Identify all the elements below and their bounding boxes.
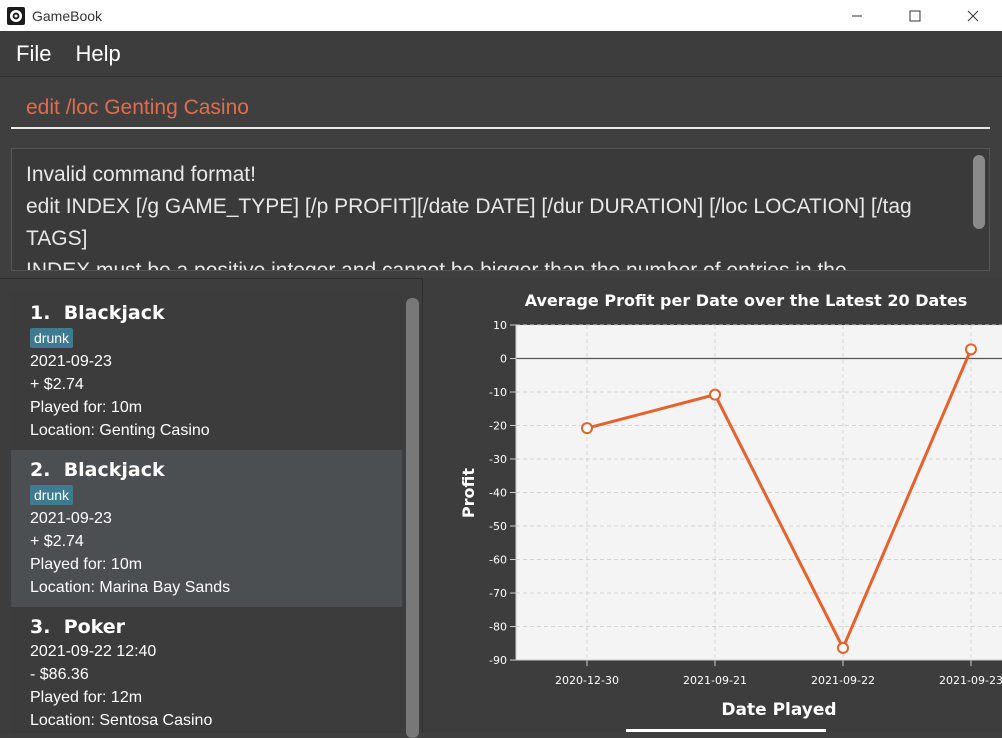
data-point[interactable] — [837, 641, 849, 654]
entry-list-scrollbar[interactable] — [406, 298, 419, 738]
x-axis-label: Date Played — [721, 700, 836, 720]
y-tick-label: -90 — [489, 654, 507, 667]
app-logo-icon — [6, 6, 26, 26]
entry-date: 2021-09-22 12:40 — [30, 643, 157, 660]
entry-date: 2021-09-23 — [30, 353, 112, 370]
entry-list: 1. Blackjack drunk 2021-09-23 + $2.74 Pl… — [11, 293, 402, 733]
menu-file[interactable]: File — [16, 41, 51, 67]
entry-duration: Played for: 12m — [30, 689, 143, 706]
y-tick-label: -50 — [489, 520, 507, 533]
command-box: edit /loc Genting Casino — [0, 77, 1002, 141]
entry-title: 3. Poker — [30, 614, 402, 640]
profit-line-chart: Average Profit per Date over the Latest … — [459, 291, 1002, 720]
y-tick-label: -10 — [489, 386, 507, 399]
entry-game: Blackjack — [63, 459, 165, 481]
y-axis-label: Profit — [459, 468, 478, 518]
entry-game: Blackjack — [63, 302, 165, 324]
close-icon — [967, 10, 979, 21]
menu-help[interactable]: Help — [75, 41, 120, 67]
chart-panel: Average Profit per Date over the Latest … — [422, 278, 1002, 732]
entry-title: 2. Blackjack — [30, 457, 402, 483]
x-tick-label: 2021-09-21 — [683, 674, 747, 687]
entry-date: 2021-09-23 — [30, 510, 112, 527]
entry-tag: drunk — [30, 328, 74, 348]
result-text: Invalid command format! edit INDEX [/g G… — [26, 159, 946, 271]
entry-card[interactable]: 2. Blackjack drunk 2021-09-23 + $2.74 Pl… — [11, 450, 402, 607]
entry-title: 1. Blackjack — [30, 300, 402, 326]
data-point[interactable] — [709, 388, 721, 401]
entry-card[interactable]: 1. Blackjack drunk 2021-09-23 + $2.74 Pl… — [11, 293, 402, 450]
maximize-icon — [909, 10, 921, 21]
entry-location: Location: Sentosa Casino — [30, 712, 213, 729]
entry-location: Location: Marina Bay Sands — [30, 579, 231, 596]
result-line: Invalid command format! — [26, 163, 256, 186]
entry-duration: Played for: 10m — [30, 399, 143, 416]
y-tick-label: -60 — [489, 554, 507, 567]
result-line: INDEX must be a positive integer and can… — [26, 259, 847, 271]
entry-card[interactable]: 3. Poker 2021-09-22 12:40 - $86.36 Playe… — [11, 607, 402, 733]
maximize-button[interactable] — [886, 0, 944, 31]
entry-tag: drunk — [30, 485, 74, 505]
x-tick-label: 2021-09-22 — [811, 674, 875, 687]
entry-profit: - $86.36 — [30, 666, 89, 683]
y-tick-label: -30 — [489, 453, 507, 466]
result-line: edit INDEX [/g GAME_TYPE] [/p PROFIT][/d… — [26, 195, 918, 250]
entry-location: Location: Genting Casino — [30, 422, 210, 439]
entry-list-panel: 1. Blackjack drunk 2021-09-23 + $2.74 Pl… — [0, 278, 422, 733]
x-tick-label: 2020-12-30 — [555, 674, 619, 687]
command-input[interactable]: edit /loc Genting Casino — [11, 85, 990, 129]
close-button[interactable] — [944, 0, 1002, 31]
title-bar: GameBook — [0, 0, 1002, 31]
y-tick-label: -80 — [489, 621, 507, 634]
x-tick-label: 2021-09-23 — [939, 674, 1002, 687]
y-tick-label: -70 — [489, 587, 507, 600]
entry-game: Poker — [63, 616, 126, 638]
y-tick-label: -40 — [489, 487, 507, 500]
entry-index: 1. — [30, 302, 51, 324]
y-tick-label: -20 — [489, 420, 507, 433]
entry-index: 3. — [30, 616, 51, 638]
data-point[interactable] — [581, 422, 593, 435]
y-tick-label: 10 — [493, 319, 507, 332]
y-tick-label: 0 — [500, 353, 507, 366]
entry-profit: + $2.74 — [30, 533, 84, 550]
entry-index: 2. — [30, 459, 51, 481]
result-display: Invalid command format! edit INDEX [/g G… — [11, 148, 990, 271]
entry-duration: Played for: 10m — [30, 556, 143, 573]
chart-title: Average Profit per Date over the Latest … — [525, 291, 968, 310]
minimize-button[interactable] — [828, 0, 886, 31]
minimize-icon — [852, 15, 862, 16]
data-point[interactable] — [965, 343, 977, 356]
window-title: GameBook — [32, 7, 103, 24]
entry-profit: + $2.74 — [30, 376, 84, 393]
result-scrollbar[interactable] — [973, 155, 985, 229]
menu-bar: File Help — [0, 31, 1002, 77]
